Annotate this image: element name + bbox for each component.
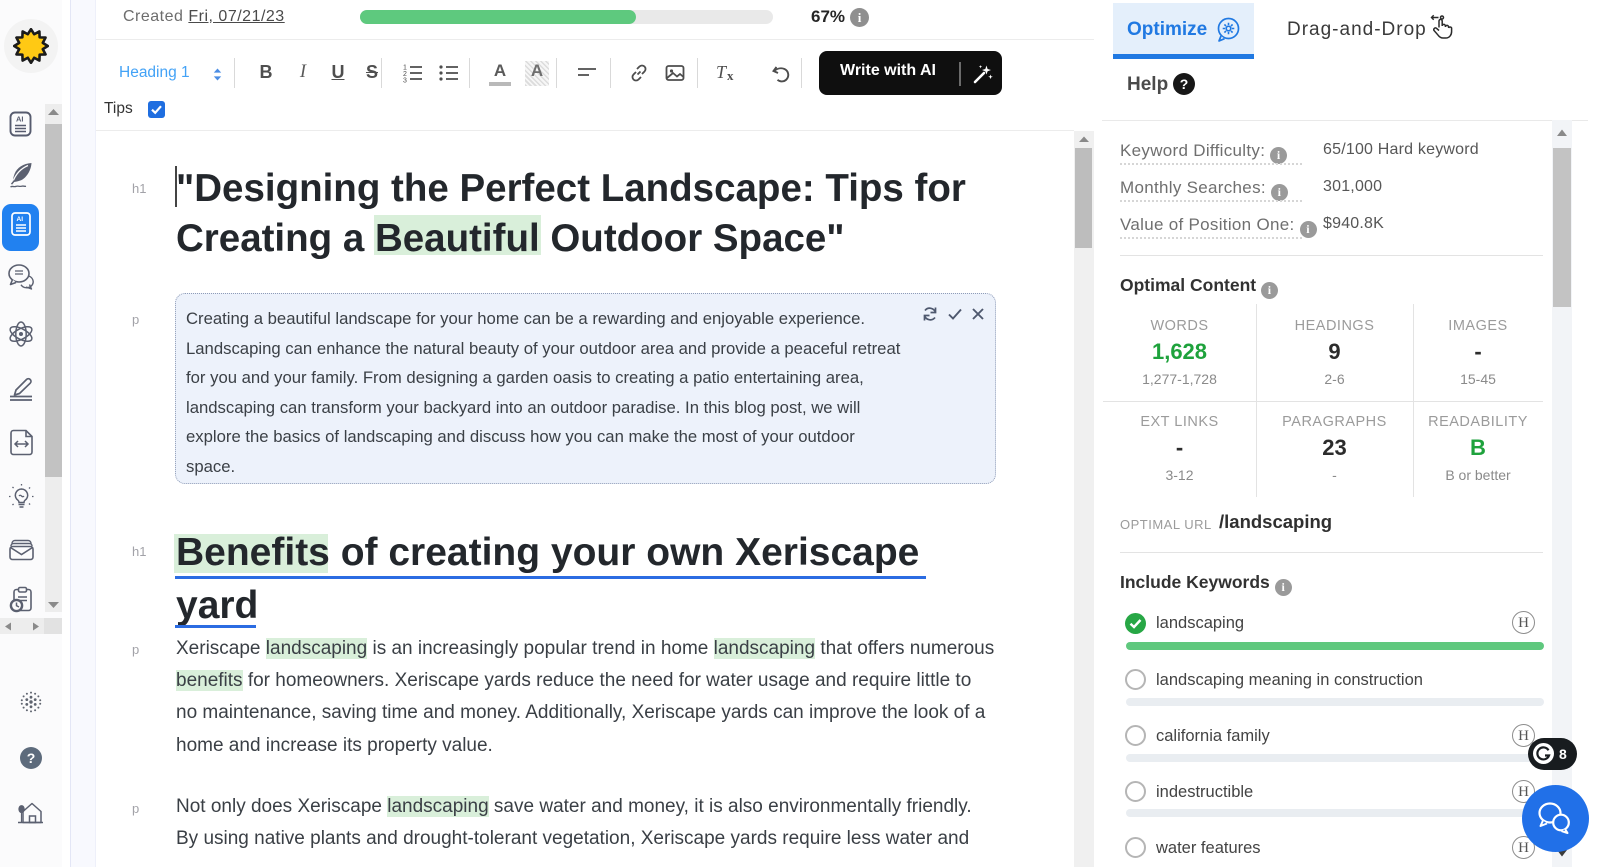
svg-text:AI: AI xyxy=(16,115,24,124)
svg-text:3: 3 xyxy=(403,78,407,85)
svg-text:AI: AI xyxy=(17,216,24,223)
